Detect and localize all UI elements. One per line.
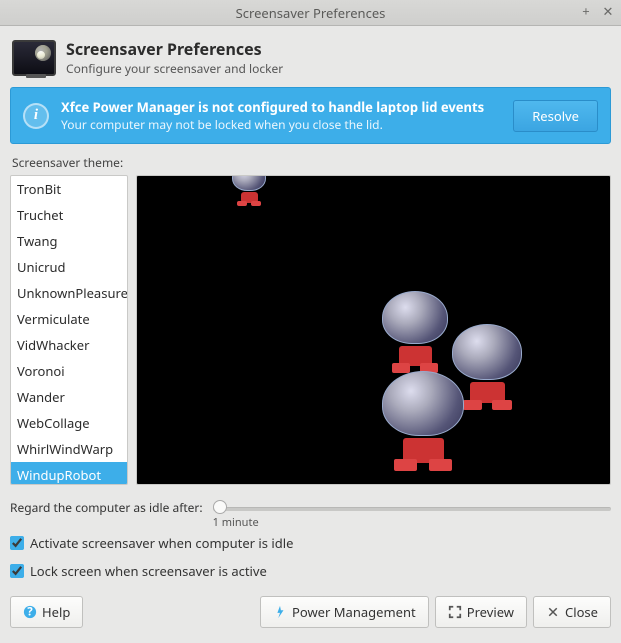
resolve-button[interactable]: Resolve — [513, 100, 598, 132]
activate-screensaver-checkbox[interactable]: Activate screensaver when computer is id… — [10, 534, 611, 552]
help-icon: ? — [23, 605, 37, 619]
help-button[interactable]: ? Help — [10, 596, 83, 628]
lock-checkbox-label: Lock screen when screensaver is active — [30, 562, 267, 580]
theme-item[interactable]: WindupRobot — [11, 462, 127, 485]
window-titlebar: Screensaver Preferences + ✕ — [0, 0, 621, 26]
idle-label: Regard the computer as idle after: — [10, 499, 203, 516]
activate-checkbox-label: Activate screensaver when computer is id… — [30, 534, 293, 552]
theme-item[interactable]: VidWhacker — [11, 332, 127, 358]
theme-item[interactable]: WebCollage — [11, 410, 127, 436]
svg-text:?: ? — [27, 605, 33, 619]
theme-item[interactable]: Voronoi — [11, 358, 127, 384]
info-icon: i — [23, 103, 49, 129]
page-title: Screensaver Preferences — [66, 38, 283, 60]
fullscreen-icon — [448, 605, 462, 619]
power-warning-alert: i Xfce Power Manager is not configured t… — [10, 87, 611, 144]
alert-subtitle: Your computer may not be locked when you… — [61, 116, 501, 133]
window-minimize-button[interactable]: + — [579, 4, 593, 18]
theme-item[interactable]: Wander — [11, 384, 127, 410]
theme-item[interactable]: Vermiculate — [11, 306, 127, 332]
idle-value: 1 minute — [213, 515, 259, 530]
screensaver-icon — [12, 40, 56, 76]
lock-screen-checkbox[interactable]: Lock screen when screensaver is active — [10, 562, 611, 580]
screensaver-preview — [136, 175, 611, 485]
theme-section-label: Screensaver theme: — [12, 154, 611, 171]
theme-list[interactable]: TronBitTruchetTwangUnicrudUnknownPleasur… — [10, 175, 128, 485]
lock-checkbox-input[interactable] — [10, 564, 24, 578]
slider-thumb[interactable] — [213, 500, 227, 514]
close-icon — [546, 605, 560, 619]
theme-item[interactable]: UnknownPleasures — [11, 280, 127, 306]
theme-item[interactable]: Twang — [11, 228, 127, 254]
alert-title: Xfce Power Manager is not configured to … — [61, 98, 501, 116]
power-management-button[interactable]: Power Management — [260, 596, 429, 628]
theme-item[interactable]: WhirlWindWarp — [11, 436, 127, 462]
preview-button-label: Preview — [467, 603, 514, 621]
window-close-button[interactable]: ✕ — [601, 4, 615, 18]
power-icon — [273, 605, 287, 619]
preview-button[interactable]: Preview — [435, 596, 527, 628]
power-button-label: Power Management — [292, 603, 416, 621]
page-header: Screensaver Preferences Configure your s… — [10, 34, 611, 87]
window-title: Screensaver Preferences — [236, 4, 386, 22]
theme-item[interactable]: Truchet — [11, 202, 127, 228]
page-subtitle: Configure your screensaver and locker — [66, 60, 283, 77]
help-button-label: Help — [42, 603, 70, 621]
activate-checkbox-input[interactable] — [10, 536, 24, 550]
theme-item[interactable]: TronBit — [11, 176, 127, 202]
theme-item[interactable]: Unicrud — [11, 254, 127, 280]
close-button-label: Close — [565, 603, 598, 621]
idle-slider[interactable]: 1 minute — [213, 505, 611, 511]
close-button[interactable]: Close — [533, 596, 611, 628]
